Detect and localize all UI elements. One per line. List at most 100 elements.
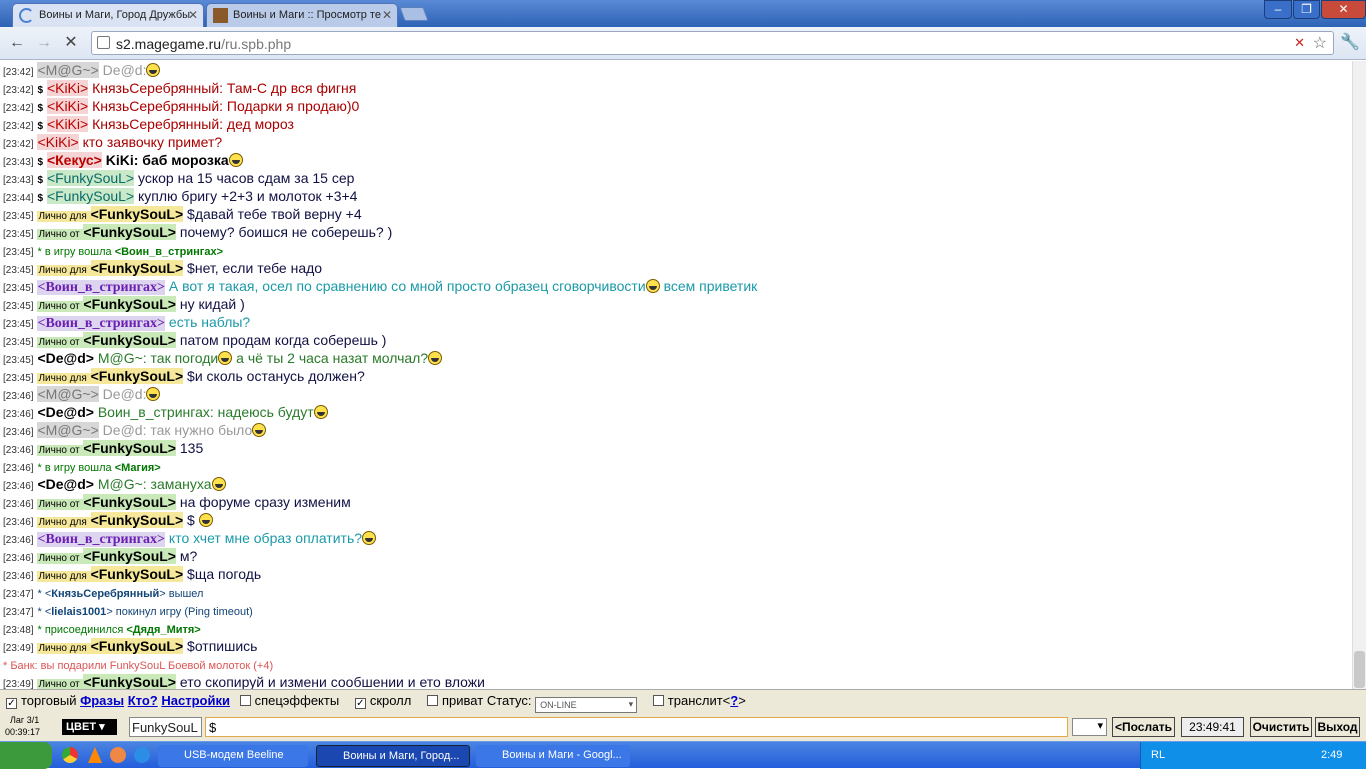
message-text: 135: [179, 440, 204, 456]
new-tab-button[interactable]: [399, 7, 429, 21]
ie-icon[interactable]: [134, 747, 150, 763]
message-text: $: [187, 512, 195, 528]
close-tab-icon[interactable]: ✕: [188, 8, 198, 22]
message-time: [23:45]: [3, 265, 34, 276]
settings-link[interactable]: Настройки: [161, 693, 230, 708]
chrome-icon[interactable]: [62, 747, 78, 763]
sender-nick[interactable]: <FunkySouL>: [46, 170, 135, 186]
language-indicator[interactable]: RL: [1151, 749, 1165, 761]
system-nick[interactable]: lielais1001: [51, 606, 106, 618]
system-nick[interactable]: <Магия>: [115, 462, 161, 474]
private-tag: Лично для: [37, 211, 91, 222]
sender-nick[interactable]: <FunkySouL>: [90, 638, 184, 654]
sender-nick[interactable]: <De@d>: [37, 350, 93, 366]
nick-field[interactable]: FunkySouL: [129, 717, 202, 737]
wrench-icon[interactable]: 🔧: [1339, 33, 1361, 53]
who-link[interactable]: Кто?: [128, 693, 158, 708]
page-icon: [97, 36, 110, 49]
taskbar-item-game[interactable]: Воины и Маги, Город...: [316, 745, 470, 767]
forward-icon[interactable]: →: [33, 33, 55, 53]
private-checkbox[interactable]: [426, 695, 438, 706]
taskbar-item-modem[interactable]: USB-модем Beeline: [158, 745, 308, 767]
sender-nick[interactable]: <FunkySouL>: [83, 224, 176, 240]
sender-nick[interactable]: <FunkySouL>: [83, 332, 176, 348]
sender-nick[interactable]: <FunkySouL>: [90, 260, 184, 276]
sender-nick[interactable]: <De@d>: [37, 404, 93, 420]
translit-checkbox[interactable]: [652, 695, 664, 706]
sender-nick[interactable]: <FunkySouL>: [83, 674, 176, 689]
message-time: [23:47]: [3, 589, 34, 600]
message-time: [23:46]: [3, 391, 34, 402]
sender-nick[interactable]: <De@d>: [37, 476, 93, 492]
sender-nick[interactable]: <KiKi>: [46, 80, 89, 96]
system-text: > вышел: [159, 588, 204, 600]
effects-label: спецэффекты: [254, 693, 340, 708]
chat-scrollbar[interactable]: [1352, 61, 1366, 689]
firefox-icon[interactable]: [110, 747, 126, 763]
message-time: [23:46]: [3, 571, 34, 582]
browser-tab-2[interactable]: Воины и Маги :: Просмотр те ✕: [206, 3, 398, 27]
system-nick[interactable]: КнязьСеребрянный: [51, 588, 159, 600]
sender-nick[interactable]: <Воин_в_стрингах>: [37, 280, 166, 295]
close-tab-icon[interactable]: ✕: [382, 8, 392, 22]
send-button[interactable]: <Послать: [1112, 717, 1175, 737]
system-tray: RL 2:49: [1140, 742, 1366, 769]
minimize-button[interactable]: ‒: [1264, 0, 1292, 19]
address-bar[interactable]: s2.magegame.ru/ru.spb.php ✕ ☆: [91, 31, 1334, 55]
effects-checkbox[interactable]: [239, 695, 251, 706]
color-button[interactable]: ЦВЕТ ▾: [62, 719, 117, 735]
status-label: Статус:: [486, 693, 532, 708]
history-dropdown[interactable]: ▾: [1072, 718, 1107, 736]
dollar-mark: $: [37, 175, 44, 186]
message-time: [23:45]: [3, 319, 34, 330]
sender-nick[interactable]: <FunkySouL>: [90, 368, 184, 384]
browser-tab-active[interactable]: Воины и Маги, Город Дружбы ✕: [12, 3, 204, 27]
url-host: s2.magegame.ru: [116, 36, 222, 52]
trade-checkbox[interactable]: ✓: [6, 698, 17, 709]
vlc-icon[interactable]: [88, 747, 102, 763]
stop-icon[interactable]: ✕: [60, 33, 82, 53]
system-nick[interactable]: <Дядя_Митя>: [126, 624, 200, 636]
smiley-icon: [218, 351, 233, 365]
sender-nick[interactable]: <FunkySouL>: [90, 512, 184, 528]
status-select[interactable]: ON-LINE ▾: [535, 697, 638, 713]
sender-nick[interactable]: <Кекус>: [46, 152, 102, 168]
start-button[interactable]: [0, 742, 52, 769]
sender-nick[interactable]: <KiKi>: [46, 98, 89, 114]
sender-nick[interactable]: <Воин_в_стрингах>: [37, 532, 166, 547]
sender-nick[interactable]: <KiKi>: [46, 116, 89, 132]
sender-nick[interactable]: <FunkySouL>: [83, 296, 176, 312]
sender-nick[interactable]: <M@G~>: [37, 62, 99, 78]
sender-nick[interactable]: <FunkySouL>: [83, 548, 176, 564]
scrollbar-thumb[interactable]: [1354, 651, 1365, 688]
sender-nick[interactable]: <KiKi>: [37, 134, 79, 150]
chat-message: [23:49] Лично от <FunkySouL> ето скопиру…: [0, 673, 1352, 689]
sender-nick[interactable]: <FunkySouL>: [90, 206, 184, 222]
sender-nick[interactable]: <FunkySouL>: [83, 494, 176, 510]
close-window-button[interactable]: ✕: [1321, 0, 1366, 19]
back-icon[interactable]: ←: [6, 33, 28, 53]
message-text: $нет, если тебе надо: [187, 260, 323, 276]
message-time: [23:46]: [3, 553, 34, 564]
sender-nick[interactable]: <FunkySouL>: [90, 566, 184, 582]
sender-nick[interactable]: <FunkySouL>: [46, 188, 135, 204]
dollar-mark: $: [37, 193, 44, 204]
url-path: /ru.spb.php: [221, 36, 292, 52]
sender-nick[interactable]: <Воин_в_стрингах>: [37, 316, 166, 331]
message-input[interactable]: $: [205, 717, 1068, 737]
system-nick[interactable]: <Воин_в_стрингах>: [115, 246, 223, 258]
popup-blocked-icon[interactable]: ✕: [1294, 35, 1305, 51]
star-icon[interactable]: ☆: [1313, 33, 1327, 53]
sender-nick[interactable]: <M@G~>: [37, 386, 99, 402]
sender-nick[interactable]: <M@G~>: [37, 422, 99, 438]
phrases-link[interactable]: Фразы: [80, 693, 124, 708]
chat-message: [23:46] <M@G~> De@d: так нужно было: [0, 421, 1352, 439]
maximize-button[interactable]: ❐: [1293, 0, 1320, 19]
sender-nick[interactable]: <FunkySouL>: [83, 440, 176, 456]
scroll-checkbox[interactable]: ✓: [354, 698, 366, 709]
taskbar-item-chrome[interactable]: Воины и Маги - Googl...: [476, 745, 630, 767]
clear-button[interactable]: Очистить: [1250, 717, 1312, 737]
exit-button[interactable]: Выход: [1315, 717, 1360, 737]
translit-label: транслит<: [667, 693, 731, 708]
chat-message: [23:45] <De@d> M@G~: так погоди а чё ты …: [0, 349, 1352, 367]
